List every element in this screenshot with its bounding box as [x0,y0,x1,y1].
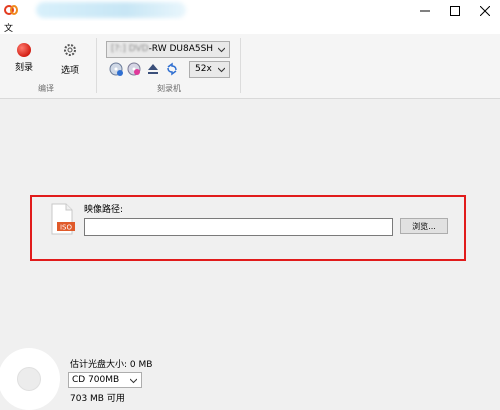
minimize-button[interactable] [410,0,440,21]
iso-badge: ISO [60,224,73,232]
chevron-down-icon [218,47,225,53]
group-separator [96,38,97,93]
menu-file[interactable]: 文 [4,21,13,34]
image-path-input[interactable] [84,218,393,236]
gear-icon [64,44,76,56]
chevron-down-icon [218,67,225,73]
estimated-disc-size: 估计光盘大小: 0 MB [70,360,153,370]
drive-letter-redacted: [?:] DVD [111,44,149,54]
disc-icon [0,348,60,410]
options-button[interactable]: 选项 [55,43,85,76]
drive-select[interactable]: [?:] DVD-RW DU8A5SH [106,41,230,58]
title-bar [0,0,500,21]
close-button[interactable] [470,0,500,21]
group-separator [240,38,241,93]
drive-name: -RW DU8A5SH [148,44,214,54]
erase-icon[interactable] [127,62,141,76]
disc-type-value: CD 700MB [72,375,120,385]
group-label-edit: 编译 [38,84,54,93]
iso-file-icon: ISO [51,203,75,235]
ribbon: 刻录 选项 编译 [?:] DVD-RW DU8A5SH 52x 刻录机 [0,34,500,99]
refresh-icon[interactable] [165,62,179,76]
window-title-redacted [36,2,186,18]
maximize-button[interactable] [440,0,470,21]
group-label-burner: 刻录机 [157,84,181,93]
disc-info-icon[interactable] [109,62,123,76]
disc-hole [17,367,41,391]
close-icon [480,5,490,16]
burn-label: 刻录 [14,63,33,73]
image-path-label: 映像路径: [84,205,124,215]
options-label: 选项 [60,66,79,76]
disc-type-select[interactable]: CD 700MB [68,372,142,388]
chevron-down-icon [130,378,137,384]
maximize-icon [450,5,460,16]
speed-value: 52x [195,64,212,74]
app-logo-icon [4,5,18,15]
speed-select[interactable]: 52x [189,61,230,78]
eject-icon[interactable] [146,62,160,76]
burn-button[interactable]: 刻录 [9,43,39,73]
browse-button[interactable]: 浏览... [400,218,448,234]
free-space-label: 703 MB 可用 [70,394,125,404]
minimize-icon [420,10,430,11]
menu-bar: 文 [0,21,500,34]
record-icon [17,43,31,57]
